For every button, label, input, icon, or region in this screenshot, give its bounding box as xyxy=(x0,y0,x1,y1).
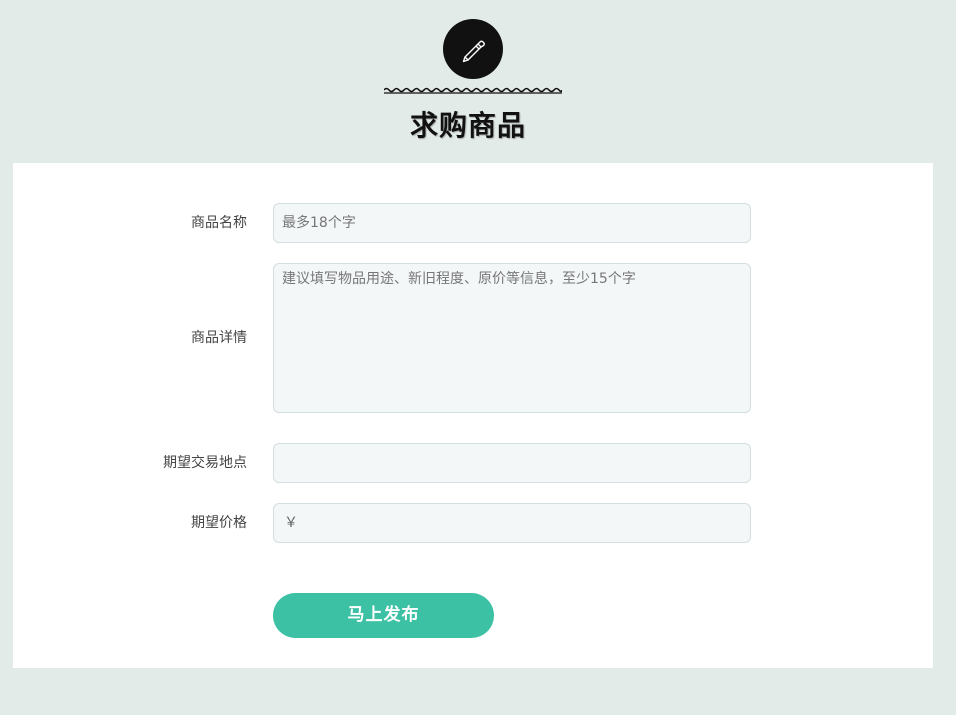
pencil-badge xyxy=(443,19,503,79)
price-label: 期望价格 xyxy=(191,515,247,531)
publish-button[interactable]: 马上发布 xyxy=(273,593,494,638)
location-input[interactable] xyxy=(273,443,751,483)
currency-prefix: ￥ xyxy=(284,515,298,531)
pencil-icon xyxy=(462,40,485,63)
name-input[interactable]: 最多18个字 xyxy=(273,203,751,243)
header: 求购商品 xyxy=(0,0,956,163)
wave-divider xyxy=(384,87,562,94)
name-label: 商品名称 xyxy=(191,215,247,231)
details-textarea[interactable]: 建议填写物品用途、新旧程度、原价等信息，至少15个字 xyxy=(273,263,751,413)
form-panel: 商品名称 最多18个字 商品详情 建议填写物品用途、新旧程度、原价等信息，至少1… xyxy=(13,163,933,668)
location-label: 期望交易地点 xyxy=(163,455,247,471)
page-title: 求购商品 xyxy=(409,109,526,142)
price-input[interactable]: ￥ xyxy=(273,503,751,543)
details-label: 商品详情 xyxy=(191,330,247,346)
page: 求购商品 商品名称 最多18个字 商品详情 建议填写物品用途、新旧程度、原价等信… xyxy=(0,0,956,715)
